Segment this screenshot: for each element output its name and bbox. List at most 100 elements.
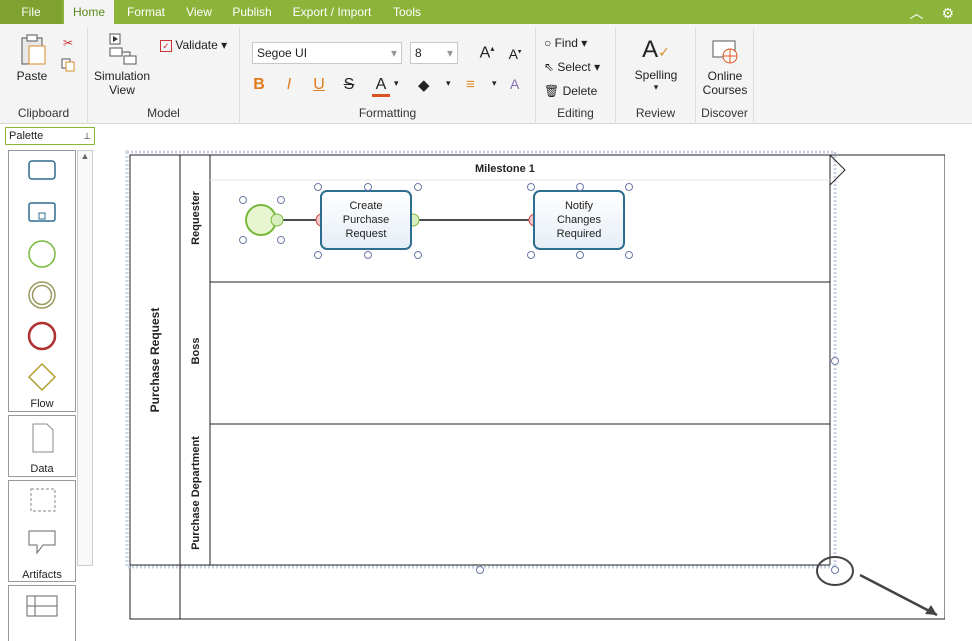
group-review: A✓ Spelling ▾ Review [616,28,696,122]
palette-swimlane-section [8,585,76,641]
resize-handle[interactable] [831,357,839,365]
task-create-purchase-request[interactable]: Create Purchase Request [320,190,412,250]
font-size-select[interactable]: 8 ▾ [410,42,458,64]
selection-handle[interactable] [239,196,247,204]
data-object-icon[interactable] [9,416,75,460]
font-color-button[interactable]: A [372,76,390,97]
selection-handle[interactable] [277,236,285,244]
palette-scrollbar[interactable]: ▲ [77,150,93,566]
cursor-icon: ⇖ [544,60,555,74]
selection-handle[interactable] [625,183,633,191]
pool-shape-icon[interactable] [9,586,75,626]
collapse-ribbon-icon[interactable]: ︿ [910,5,924,21]
resize-handle[interactable] [476,566,484,574]
pin-icon[interactable]: ⊥ [83,128,91,144]
palette-artifacts-section: Artifacts [8,480,76,582]
fill-color-dropdown-icon[interactable]: ▾ [446,78,451,89]
align-icon[interactable]: ≡ [466,76,475,93]
spelling-icon: A✓ [642,36,670,63]
font-color-dropdown-icon[interactable]: ▾ [394,78,399,89]
lane-label-boss: Boss [190,337,202,365]
tab-view[interactable]: View [178,0,220,24]
simulation-view-button[interactable]: Simulation View [92,32,152,97]
spelling-button[interactable]: A✓ Spelling ▾ [626,32,686,93]
online-courses-button[interactable]: Online Courses [700,38,750,97]
tab-export-import[interactable]: Export / Import [284,0,380,24]
palette-header[interactable]: Palette ⊥ [5,127,95,145]
grow-font-icon[interactable]: A▴ [478,44,496,62]
selection-handle[interactable] [314,183,322,191]
find-button[interactable]: ○ Find ▾ [544,36,614,50]
task-shape-icon[interactable] [28,160,56,180]
tab-format[interactable]: Format [118,0,174,24]
selection-handle[interactable] [414,251,422,259]
tab-tools[interactable]: Tools [384,0,430,24]
milestone-label: Milestone 1 [475,163,535,175]
selection-handle[interactable] [314,251,322,259]
italic-button[interactable]: I [280,76,298,94]
subprocess-shape-icon[interactable] [28,202,56,222]
selection-handle[interactable] [625,251,633,259]
validate-icon: ✓ [160,40,172,52]
simulation-icon [109,33,137,65]
tab-file[interactable]: File [0,0,62,24]
group-model: Simulation View ✓ Validate ▾ Model [88,28,240,122]
gear-icon[interactable]: ⚙ [941,5,954,21]
group-label-editing: Editing [557,106,594,120]
selection-handle[interactable] [239,236,247,244]
group-clipboard: Paste ✂ Clipboard [0,28,88,122]
group-formatting: Segoe UI ▾ 8 ▾ A▴ A▾ B I U S A ▾ ◆ ▾ ≡ ▾ A… [240,28,536,122]
tab-publish[interactable]: Publish [224,0,280,24]
selection-handle[interactable] [576,251,584,259]
ribbon: Paste ✂ Clipboard Simulation View ✓ Vali… [0,24,972,124]
group-editing: ○ Find ▾ ⇖ Select ▾ 🗑 Delete Editing [536,28,616,122]
cut-icon[interactable]: ✂ [60,36,76,50]
palette-flow-label: Flow [30,398,54,410]
paste-button[interactable]: Paste [12,32,52,83]
paste-icon [21,34,46,65]
flow-shapes [27,160,57,392]
validate-button[interactable]: ✓ Validate ▾ [160,38,240,52]
start-event-icon[interactable] [28,240,56,268]
selection-handle[interactable] [277,196,285,204]
palette-artifacts-label: Artifacts [22,569,62,581]
palette-data-section: Data [8,415,76,477]
trash-icon: 🗑 [544,84,560,98]
artifact-shapes [28,488,56,555]
clear-format-icon[interactable]: A [510,76,519,92]
task-notify-changes-required[interactable]: Notify Changes Required [533,190,625,250]
group-label-discover: Discover [701,106,748,120]
ribbon-tab-bar: File Home Format View Publish Export / I… [0,0,972,24]
scroll-up-icon[interactable]: ▲ [78,151,92,161]
font-family-select[interactable]: Segoe UI ▾ [252,42,402,64]
annotation-icon[interactable] [28,530,56,555]
selection-handle[interactable] [527,251,535,259]
strikethrough-button[interactable]: S [340,76,358,94]
copy-icon[interactable] [60,58,76,75]
lane-label-purchase-department: Purchase Department [190,436,202,550]
selection-handle[interactable] [364,251,372,259]
underline-button[interactable]: U [310,76,328,94]
group-label-model: Model [147,106,180,120]
search-icon: ○ [544,36,552,50]
select-button[interactable]: ⇖ Select ▾ [544,60,614,74]
group-artifact-icon[interactable] [30,488,56,512]
resize-handle-corner[interactable] [831,566,839,574]
end-event-icon[interactable] [27,321,57,351]
selection-handle[interactable] [576,183,584,191]
selection-handle[interactable] [364,183,372,191]
delete-button[interactable]: 🗑 Delete [544,84,614,98]
bold-button[interactable]: B [250,76,268,94]
gateway-icon[interactable] [27,362,57,392]
tab-home[interactable]: Home [64,0,114,24]
pool-label: Purchase Request [148,307,162,413]
shrink-font-icon[interactable]: A▾ [506,46,524,62]
selection-handle[interactable] [527,183,535,191]
globe-icon [712,40,738,64]
group-label-formatting: Formatting [358,106,417,120]
fill-color-icon[interactable]: ◆ [418,76,430,94]
selection-handle[interactable] [414,183,422,191]
align-dropdown-icon[interactable]: ▾ [492,78,497,89]
group-label-review: Review [635,106,676,120]
palette-data-label: Data [30,463,54,475]
